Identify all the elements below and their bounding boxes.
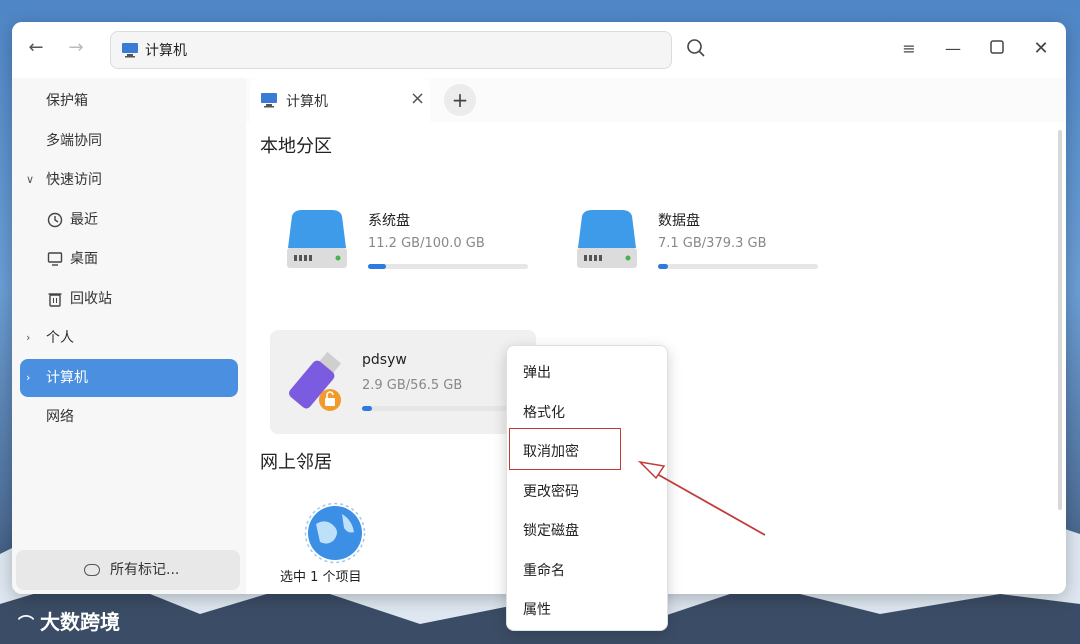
hard-drive-icon xyxy=(287,210,347,268)
disk-usage-bar xyxy=(658,264,818,269)
menu-item-change-password[interactable]: 更改密码 xyxy=(523,481,579,501)
tab-computer[interactable]: 计算机 × xyxy=(250,78,430,122)
search-icon[interactable] xyxy=(686,38,706,58)
sidebar-item-personal[interactable]: › 个人 xyxy=(20,319,238,357)
all-tags-button[interactable]: 所有标记... xyxy=(16,550,240,590)
menu-item-lock-disk[interactable]: 锁定磁盘 xyxy=(523,520,579,540)
disk-usage-fill xyxy=(658,264,668,269)
sidebar-item-label: 回收站 xyxy=(70,291,112,307)
hard-drive-icon xyxy=(577,210,637,268)
disk-name: 系统盘 xyxy=(368,213,410,229)
sidebar-item-computer[interactable]: › 计算机 xyxy=(20,359,238,397)
trash-icon xyxy=(48,293,62,307)
add-tab-button[interactable]: + xyxy=(444,84,476,116)
maximize-icon[interactable] xyxy=(986,38,1008,60)
disk-name: pdsyw xyxy=(362,352,407,368)
title-bar: ← → 计算机 ≡ — ✕ xyxy=(12,22,1066,78)
clock-icon xyxy=(47,212,63,228)
disk-usage-fill xyxy=(362,406,372,411)
menu-icon[interactable]: ≡ xyxy=(898,38,920,60)
watermark: ⌒ 大数跨境 xyxy=(18,606,120,635)
tab-close-icon[interactable]: × xyxy=(410,88,425,109)
sidebar-item-vault[interactable]: 保护箱 xyxy=(20,82,238,120)
sidebar-item-label: 快速访问 xyxy=(46,172,102,188)
disk-system[interactable]: 系统盘 11.2 GB/100.0 GB xyxy=(274,192,534,292)
menu-item-format[interactable]: 格式化 xyxy=(523,402,565,422)
close-icon[interactable]: ✕ xyxy=(1030,38,1052,60)
disk-size: 2.9 GB/56.5 GB xyxy=(362,378,463,393)
menu-item-rename[interactable]: 重命名 xyxy=(523,560,565,580)
usb-drive-locked-icon xyxy=(289,351,342,411)
chevron-right-icon: › xyxy=(26,371,31,384)
address-bar[interactable]: 计算机 xyxy=(110,31,672,69)
tag-icon xyxy=(84,564,100,576)
annotation-highlight-box xyxy=(509,428,621,470)
disk-name: 数据盘 xyxy=(658,213,700,229)
scrollbar[interactable] xyxy=(1058,130,1062,510)
sidebar-item-label: 多端协同 xyxy=(46,133,102,149)
network-neighbor-item[interactable]: 选中 1 个项目 xyxy=(276,496,396,594)
back-arrow-icon[interactable]: ← xyxy=(24,36,48,60)
minimize-icon[interactable]: — xyxy=(942,38,964,60)
sidebar-item-label: 网络 xyxy=(46,409,74,425)
sidebar-item-desktop[interactable]: 桌面 xyxy=(20,240,238,278)
chevron-down-icon: ∨ xyxy=(26,173,35,186)
sidebar-item-label: 计算机 xyxy=(46,370,88,386)
globe-icon xyxy=(304,502,366,564)
computer-icon xyxy=(261,93,277,108)
sidebar-item-quick-access[interactable]: ∨ 快速访问 xyxy=(20,161,238,199)
disk-size: 11.2 GB/100.0 GB xyxy=(368,236,485,251)
address-path: 计算机 xyxy=(145,43,187,59)
sidebar-item-label: 最近 xyxy=(70,212,98,228)
annotation-arrow xyxy=(637,460,766,536)
tab-label: 计算机 xyxy=(286,94,328,110)
disk-usage-bar xyxy=(368,264,528,269)
forward-arrow-icon[interactable]: → xyxy=(64,36,88,60)
menu-item-eject[interactable]: 弹出 xyxy=(523,362,551,382)
chevron-right-icon: › xyxy=(26,331,31,344)
sidebar-item-recent[interactable]: 最近 xyxy=(20,201,238,239)
disk-data[interactable]: 数据盘 7.1 GB/379.3 GB xyxy=(564,192,824,292)
sidebar-item-label: 保护箱 xyxy=(46,93,88,109)
sidebar: 保护箱 多端协同 ∨ 快速访问 最近 桌面 回收站 › 个人 › 计算机 网络 所有标… xyxy=(12,78,246,594)
tags-label: 所有标记... xyxy=(110,562,180,578)
computer-icon xyxy=(122,43,138,58)
sidebar-item-label: 桌面 xyxy=(70,251,98,267)
disk-usb-pdsyw[interactable]: pdsyw 2.9 GB/56.5 GB xyxy=(270,330,536,434)
sidebar-item-label: 个人 xyxy=(46,330,74,346)
disk-usage-bar xyxy=(362,406,522,411)
sidebar-item-collaboration[interactable]: 多端协同 xyxy=(20,122,238,160)
section-title-local: 本地分区 xyxy=(260,136,332,157)
network-item-label: 选中 1 个项目 xyxy=(280,570,362,585)
disk-usage-fill xyxy=(368,264,386,269)
desktop-icon xyxy=(47,252,63,266)
sidebar-item-network[interactable]: 网络 xyxy=(20,398,238,436)
sidebar-item-trash[interactable]: 回收站 xyxy=(20,280,238,318)
watermark-text: 大数跨境 xyxy=(40,610,121,634)
disk-size: 7.1 GB/379.3 GB xyxy=(658,236,767,251)
section-title-network: 网上邻居 xyxy=(260,452,332,473)
watermark-logo-icon: ⌒ xyxy=(18,614,35,633)
menu-item-properties[interactable]: 属性 xyxy=(523,599,551,619)
